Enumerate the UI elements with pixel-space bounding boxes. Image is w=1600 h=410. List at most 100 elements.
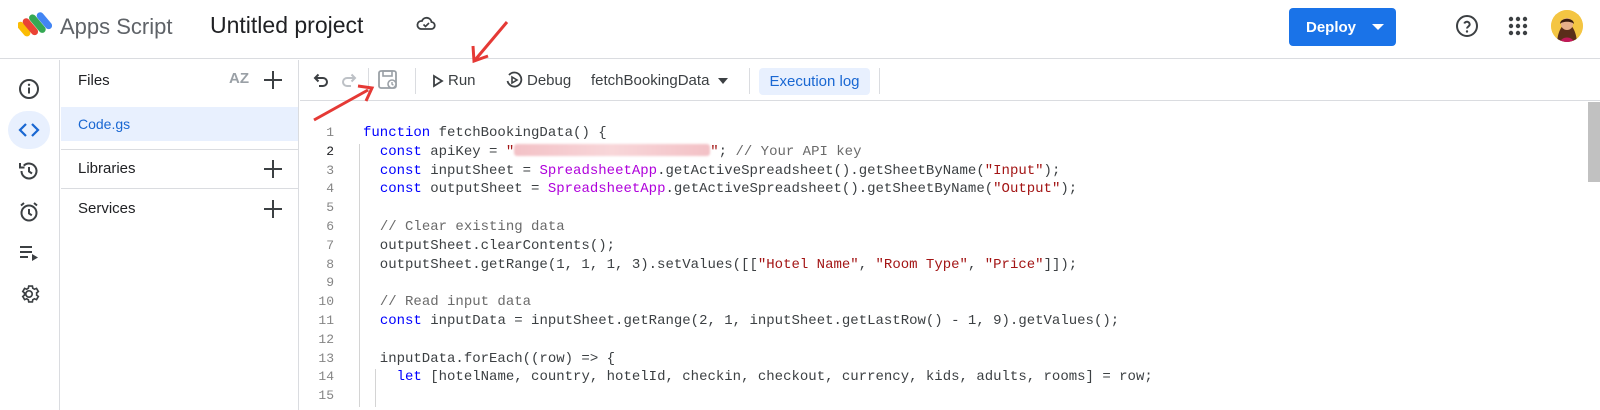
- code-token: fetchBookingData() {: [430, 125, 607, 141]
- separator: [415, 68, 416, 94]
- deploy-button[interactable]: Deploy: [1289, 8, 1396, 46]
- line-number: 1: [326, 125, 334, 140]
- code-token: );: [1060, 181, 1078, 198]
- debug-button[interactable]: Debug: [505, 60, 575, 101]
- file-item-code-gs[interactable]: Code.gs: [61, 107, 298, 141]
- code-token: // Read input data: [379, 294, 532, 311]
- run-label: Run: [448, 72, 476, 89]
- files-heading: Files: [78, 72, 110, 89]
- indent-guide: [359, 143, 360, 407]
- debug-label: Debug: [527, 72, 572, 89]
- code-token: "Room Type": [875, 256, 968, 273]
- apps-script-logo-icon[interactable]: [16, 11, 53, 44]
- code-token: ,: [858, 256, 876, 273]
- code-token: let: [396, 369, 422, 386]
- redacted-api-key: [514, 143, 711, 156]
- line-number: 4: [326, 181, 334, 197]
- code-token: SpreadsheetApp: [539, 162, 658, 179]
- code-token: ;: [718, 143, 736, 160]
- add-file-icon[interactable]: [264, 71, 282, 89]
- chevron-down-icon: [1372, 24, 1384, 30]
- app-name[interactable]: Apps Script: [60, 14, 173, 40]
- code-token: const: [379, 143, 422, 160]
- left-nav-rail: [0, 60, 60, 410]
- separator: [749, 68, 750, 94]
- code-token: inputSheet =: [421, 162, 540, 179]
- code-token: // Your API key: [735, 143, 862, 160]
- line-number: 15: [318, 388, 334, 404]
- code-token: .getActiveSpreadsheet().getSheetByName(: [665, 181, 994, 198]
- line-number: 9: [326, 275, 334, 291]
- code-token: );: [1043, 162, 1061, 179]
- line-number: 6: [326, 219, 334, 234]
- avatar[interactable]: [1551, 10, 1583, 42]
- annotation-arrow-run: [471, 21, 509, 64]
- services-heading: Services: [78, 200, 136, 217]
- code-token: const: [379, 162, 422, 179]
- debug-icon: [505, 71, 523, 94]
- line-number: 5: [326, 200, 334, 216]
- code-line[interactable]: const apiKey = " "; // Your API key: [363, 143, 862, 160]
- code-line[interactable]: // Read input data: [363, 294, 531, 310]
- add-service-icon[interactable]: [264, 200, 282, 218]
- code-line[interactable]: const outputSheet = SpreadsheetApp.getAc…: [363, 181, 1077, 197]
- code-token: "Price": [984, 256, 1044, 273]
- code-line[interactable]: let [hotelName, country, hotelId, checki…: [363, 369, 1153, 385]
- line-number: 13: [318, 350, 334, 366]
- code-line[interactable]: const inputSheet = SpreadsheetApp.getAct…: [363, 162, 1061, 179]
- editor-icon[interactable]: [8, 111, 50, 149]
- deploy-label: Deploy: [1306, 18, 1357, 36]
- code-line[interactable]: outputSheet.getRange(1, 1, 1, 3).setValu…: [363, 257, 1077, 273]
- apps-grid-icon[interactable]: [1506, 14, 1530, 43]
- code-editor[interactable]: 1 2 3 4 5 6 7 8 9 10 11 12 13 14 15 function fetchBook…: [300, 102, 1600, 410]
- code-line[interactable]: // Clear existing data: [363, 219, 565, 235]
- code-token: ,: [967, 256, 985, 273]
- editor-scrollbar[interactable]: [1588, 102, 1600, 182]
- code-token: .getActiveSpreadsheet().getSheetByName(: [657, 162, 985, 179]
- cloud-saved-icon[interactable]: [416, 16, 436, 37]
- code-token: apiKey =: [421, 143, 506, 160]
- code-line[interactable]: function fetchBookingData() {: [363, 125, 607, 141]
- triggers-icon[interactable]: [8, 193, 50, 231]
- code-token: ": [710, 143, 719, 160]
- code-token: const: [379, 181, 422, 198]
- code-token: function: [363, 125, 431, 141]
- line-number: 2: [326, 143, 334, 159]
- overview-icon[interactable]: [8, 70, 50, 108]
- code-token: SpreadsheetApp: [547, 181, 666, 198]
- project-title[interactable]: Untitled project: [210, 12, 363, 39]
- executions-icon[interactable]: [8, 234, 50, 272]
- top-bar: Apps Script Untitled project Deploy: [0, 0, 1600, 59]
- divider: [61, 149, 298, 150]
- save-project-icon[interactable]: [377, 69, 399, 96]
- code-line[interactable]: outputSheet.clearContents();: [363, 238, 615, 254]
- history-icon[interactable]: [8, 152, 50, 190]
- settings-icon[interactable]: [8, 275, 50, 313]
- function-select-value: fetchBookingData: [591, 72, 710, 89]
- files-panel: Files AZ Code.gs Libraries Services: [61, 60, 299, 410]
- sort-az-icon[interactable]: AZ: [229, 70, 249, 87]
- indent-guide: [375, 369, 376, 407]
- add-library-icon[interactable]: [264, 160, 282, 178]
- execution-log-button[interactable]: Execution log: [759, 68, 870, 95]
- help-icon[interactable]: [1455, 14, 1479, 43]
- line-number: 11: [318, 313, 334, 328]
- chevron-down-icon: [718, 78, 728, 84]
- code-token: outputSheet.getRange(1, 1, 1, 3).setValu…: [363, 256, 758, 273]
- code-token: const: [379, 313, 422, 329]
- code-line[interactable]: inputData.forEach((row) => {: [363, 351, 615, 367]
- libraries-heading: Libraries: [78, 160, 136, 177]
- code-token: [hotelName, country, hotelId, checkin, c…: [421, 369, 1153, 386]
- code-token: "Output": [993, 181, 1061, 198]
- function-select[interactable]: fetchBookingData: [591, 60, 741, 101]
- code-token: outputSheet =: [421, 181, 548, 198]
- annotation-arrow-save: [313, 84, 375, 122]
- code-line[interactable]: const inputData = inputSheet.getRange(2,…: [363, 313, 1119, 329]
- code-token: // Clear existing data: [379, 219, 565, 235]
- line-number: 14: [318, 369, 334, 385]
